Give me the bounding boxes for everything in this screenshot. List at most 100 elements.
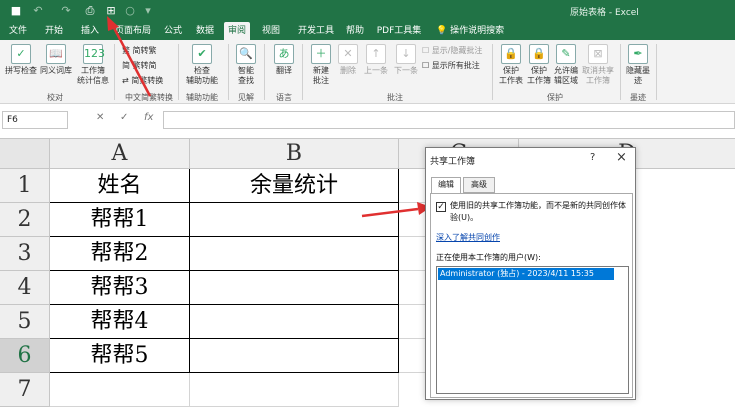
column-header-a[interactable]: A <box>50 139 190 169</box>
next-comment-button[interactable]: ↓ 下一条 <box>392 44 420 76</box>
undo-icon[interactable]: ↶ <box>30 3 46 19</box>
protect-workbook-label: 保护 工作簿 <box>527 66 551 85</box>
circle-icon[interactable]: ○ <box>122 3 138 19</box>
edit-pane: ✓ 使用旧的共享工作簿功能，而不是新的共同创作体验(U)。 深入了解共同创作 正… <box>430 193 633 398</box>
thesaurus-icon: 📖 <box>46 44 66 64</box>
row-header-5[interactable]: 5 <box>0 305 50 339</box>
to-traditional-label: 简转繁 <box>132 46 157 55</box>
tab-review[interactable]: 审阅 <box>224 22 250 40</box>
group-label-accessibility: 辅助功能 <box>186 93 218 102</box>
hide-ink-icon: ✒ <box>628 44 648 64</box>
row-header-6[interactable]: 6 <box>0 339 50 373</box>
delete-comment-button[interactable]: ✕ 删除 <box>336 44 360 76</box>
show-hide-comment-icon: ☐ <box>422 46 432 55</box>
tab-edit[interactable]: 编辑 <box>431 177 461 194</box>
tell-me-search[interactable]: 💡 操作说明搜索 <box>436 22 504 40</box>
tab-view[interactable]: 视图 <box>258 22 284 40</box>
cell-a5[interactable]: 帮帮4 <box>50 305 190 339</box>
show-hide-comment-button[interactable]: ☐ 显示/隐藏批注 <box>422 46 482 56</box>
cell-b2[interactable] <box>190 203 399 237</box>
save-icon[interactable]: ■ <box>8 3 24 19</box>
spell-check-icon: ✓ <box>11 44 31 64</box>
cell-a4[interactable]: 帮帮3 <box>50 271 190 305</box>
cell-a2[interactable]: 帮帮1 <box>50 203 190 237</box>
translate-label: 翻译 <box>276 66 292 75</box>
unshare-workbook-button[interactable]: ⊠ 取消共享 工作簿 <box>580 44 616 86</box>
learn-more-link[interactable]: 深入了解共同创作 <box>436 232 500 243</box>
show-all-comments-icon: ☐ <box>422 61 432 70</box>
translate-button[interactable]: あ翻译 <box>270 44 298 76</box>
tab-formulas[interactable]: 公式 <box>160 22 186 40</box>
redo-icon[interactable]: ↷ <box>58 3 74 19</box>
window-title: 原始表格 - Excel <box>570 8 639 18</box>
convert-button[interactable]: ⇄ 简繁转换 <box>122 76 163 86</box>
hide-ink-label: 隐藏墨 迹 <box>626 66 650 85</box>
show-all-comments-button[interactable]: ☐ 显示所有批注 <box>422 61 480 71</box>
row-header-4[interactable]: 4 <box>0 271 50 305</box>
row-header-3[interactable]: 3 <box>0 237 50 271</box>
tab-page-layout[interactable]: 页面布局 <box>110 22 156 40</box>
name-box[interactable]: F6 <box>2 111 68 129</box>
allow-edit-ranges-button[interactable]: ✎ 允许编 辑区域 <box>552 44 580 86</box>
row-header-2[interactable]: 2 <box>0 203 50 237</box>
allow-edit-ranges-icon: ✎ <box>556 44 576 64</box>
thesaurus-button[interactable]: 📖 同义词库 <box>38 44 74 76</box>
to-simplified-label: 繁转简 <box>132 61 157 70</box>
cell-a7[interactable] <box>50 373 190 407</box>
cell-a3[interactable]: 帮帮2 <box>50 237 190 271</box>
cell-a1[interactable]: 姓名 <box>50 169 190 203</box>
tab-advanced[interactable]: 高级 <box>463 177 495 193</box>
help-button[interactable]: ? <box>590 152 595 163</box>
tab-pdf-tools[interactable]: PDF工具集 <box>374 22 424 40</box>
tab-data[interactable]: 数据 <box>192 22 218 40</box>
delete-comment-icon: ✕ <box>338 44 358 64</box>
customize-qa-icon[interactable]: ▾ <box>140 3 156 19</box>
insert-function-button[interactable]: fx <box>144 112 153 123</box>
cell-b5[interactable] <box>190 305 399 339</box>
tab-home[interactable]: 开始 <box>40 22 68 40</box>
to-traditional-button[interactable]: 繁 简转繁 <box>122 46 157 56</box>
row-header-7[interactable]: 7 <box>0 373 50 407</box>
to-simplified-button[interactable]: 简 繁转简 <box>122 61 157 71</box>
select-all-corner[interactable] <box>0 139 50 169</box>
tell-me-label: 操作说明搜索 <box>450 26 505 36</box>
protect-sheet-button[interactable]: 🔒 保护 工作表 <box>496 44 526 86</box>
spell-check-button[interactable]: ✓ 拼写检查 <box>4 44 38 76</box>
dialog-title: 共享工作簿 <box>430 157 476 167</box>
users-list[interactable]: Administrator (独占) - 2023/4/11 15:35 <box>436 266 629 394</box>
enter-icon[interactable]: ✓ <box>120 112 128 123</box>
workbook-stats-label: 工作簿 统计信息 <box>77 66 109 85</box>
row-header-1[interactable]: 1 <box>0 169 50 203</box>
group-label-chinese: 中文简繁转换 <box>125 93 173 102</box>
cell-a6[interactable]: 帮帮5 <box>50 339 190 373</box>
hide-ink-button[interactable]: ✒ 隐藏墨 迹 <box>624 44 652 86</box>
workbook-stats-button[interactable]: 123 工作簿 统计信息 <box>76 44 110 86</box>
column-header-b[interactable]: B <box>190 139 399 169</box>
protect-workbook-button[interactable]: 🔒 保护 工作簿 <box>526 44 552 86</box>
legacy-sharing-checkbox[interactable]: ✓ <box>436 202 446 212</box>
cell-b7[interactable] <box>190 373 399 407</box>
previous-comment-button[interactable]: ↑ 上一条 <box>362 44 390 76</box>
new-comment-button[interactable]: ＋ 新建 批注 <box>306 44 336 86</box>
tab-developer[interactable]: 开发工具 <box>292 22 340 40</box>
print-preview-icon[interactable]: ⎙ <box>82 3 98 19</box>
smart-lookup-button[interactable]: 🔍 智能 查找 <box>232 44 260 86</box>
check-accessibility-label: 检查 辅助功能 <box>186 66 218 85</box>
close-button[interactable]: × <box>616 150 627 165</box>
ribbon-separator <box>620 44 621 100</box>
unshare-workbook-icon: ⊠ <box>588 44 608 64</box>
tab-help[interactable]: 帮助 <box>342 22 368 40</box>
ribbon-tabs: 文件 开始 插入 页面布局 公式 数据 审阅 视图 开发工具 帮助 PDF工具集… <box>0 22 735 40</box>
share-workbook-qa-icon[interactable]: ⊞ <box>103 3 119 19</box>
cell-b4[interactable] <box>190 271 399 305</box>
cancel-icon[interactable]: ✕ <box>96 112 104 123</box>
cell-b6[interactable] <box>190 339 399 373</box>
tab-file[interactable]: 文件 <box>4 22 32 40</box>
tab-insert[interactable]: 插入 <box>76 22 104 40</box>
cell-b1[interactable]: 余量统计 <box>190 169 399 203</box>
formula-input[interactable] <box>163 111 735 129</box>
check-accessibility-button[interactable]: ✔ 检查 辅助功能 <box>180 44 224 86</box>
title-bar: ■ ↶ ↷ ⎙ ⊞ ○ ▾ 原始表格 - Excel <box>0 0 735 22</box>
cell-b3[interactable] <box>190 237 399 271</box>
list-item[interactable]: Administrator (独占) - 2023/4/11 15:35 <box>438 268 614 280</box>
